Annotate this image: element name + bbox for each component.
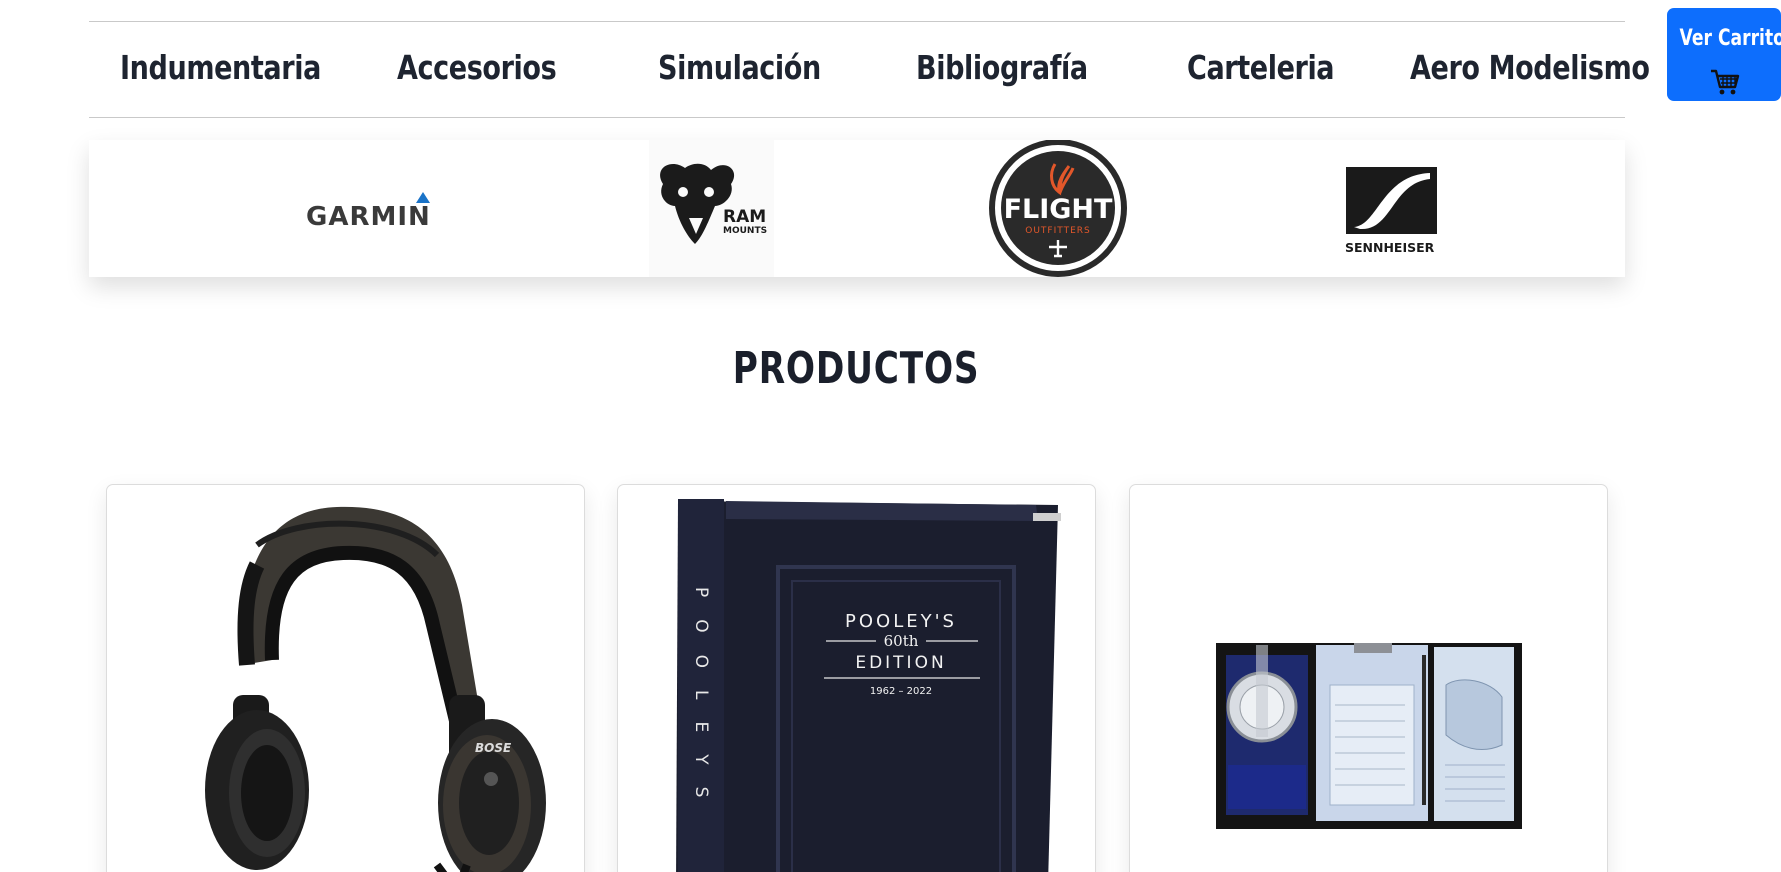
category-nav: Indumentaria Accesorios Simulación Bibli…	[89, 21, 1650, 118]
garmin-logo-text: GARMIN	[306, 202, 431, 230]
product-card-kneeboard[interactable]	[1129, 484, 1608, 872]
cover-edition-word: EDITION	[855, 653, 946, 673]
spine-text: POOLEYS	[691, 587, 711, 819]
flight-logo-text: FLIGHT	[1004, 194, 1113, 225]
nav-item-simulacion[interactable]: Simulación	[658, 46, 821, 90]
sennheiser-logo-text: SENNHEISER	[1345, 240, 1435, 255]
sennheiser-logo[interactable]: SENNHEISER	[1344, 165, 1444, 255]
bose-brand-mark: BOSE	[475, 741, 512, 755]
cover-years: 1962 – 2022	[870, 686, 932, 697]
flight-outfitters-logo[interactable]: FLIGHT OUTFITTERS	[989, 139, 1129, 277]
product-card-headset[interactable]: BOSE	[106, 484, 585, 872]
nav-item-carteleria[interactable]: Carteleria	[1187, 46, 1335, 90]
ram-mounts-logo[interactable]: RAM MOUNTS	[649, 140, 774, 277]
nav-item-bibliografia[interactable]: Bibliografía	[916, 46, 1088, 90]
nav-item-accesorios[interactable]: Accesorios	[397, 46, 557, 90]
flight-logo-subtext: OUTFITTERS	[1025, 226, 1091, 236]
kneeboard-image	[1216, 643, 1522, 829]
shopping-cart-icon	[1711, 69, 1740, 95]
cover-edition-number: 60th	[884, 632, 919, 650]
ram-logo-subtext: MOUNTS	[723, 226, 767, 236]
view-cart-label: Ver Carrito	[1679, 26, 1781, 51]
nav-item-aero-modelismo[interactable]: Aero Modelismo	[1410, 46, 1650, 90]
brand-logo-strip: GARMIN RAM MOUNTS FLIGHT OUTFITTERS SENN…	[89, 139, 1625, 277]
pooleys-binder-image: POOLEY'S 60th EDITION 1962 – 2022 POOLEY…	[676, 499, 1061, 872]
view-cart-button[interactable]: Ver Carrito	[1667, 8, 1781, 101]
garmin-logo[interactable]: GARMIN	[304, 190, 444, 232]
ram-logo-text: RAM	[723, 207, 766, 227]
product-card-pooleys-binder[interactable]: POOLEY'S 60th EDITION 1962 – 2022 POOLEY…	[617, 484, 1096, 872]
nav-item-indumentaria[interactable]: Indumentaria	[120, 46, 321, 90]
products-heading: PRODUCTOS	[733, 343, 980, 394]
cover-brand: POOLEY'S	[845, 611, 957, 632]
headset-image: BOSE	[205, 506, 546, 872]
